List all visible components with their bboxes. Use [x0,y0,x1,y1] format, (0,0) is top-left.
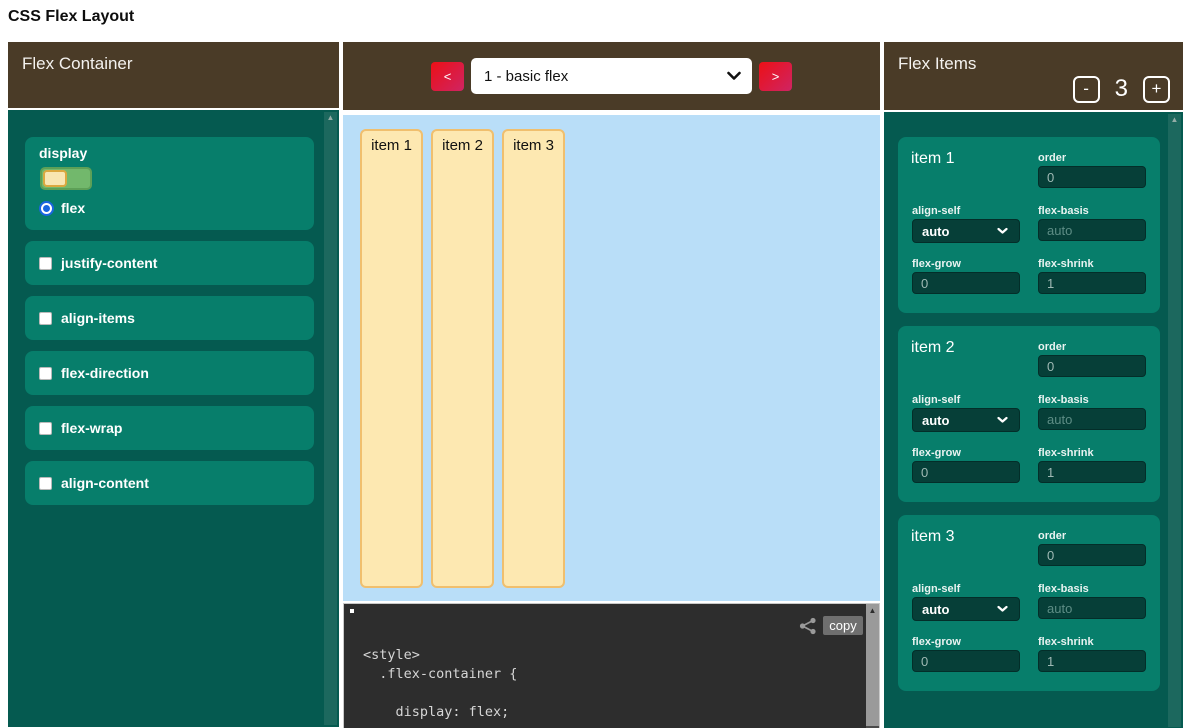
code-output-block: copy <style> .flex-container { display: … [343,603,880,728]
share-icon[interactable] [799,617,817,635]
add-item-button[interactable]: + [1143,76,1170,103]
flex-items-header: Flex Items - 3 + [884,42,1183,110]
align-content-checkbox[interactable] [39,477,52,490]
flex-direction-checkbox[interactable] [39,367,52,380]
justify-content-label: justify-content [61,255,157,271]
order-input[interactable] [1038,355,1146,377]
flex-shrink-label: flex-shrink [1038,447,1094,459]
item-2-title: item 2 [911,339,955,357]
code-scrollbar-thumb[interactable]: ▲ [866,604,879,726]
option-align-content[interactable]: align-content [25,461,314,505]
flex-grow-input[interactable] [912,650,1020,672]
item-3-title: item 3 [911,528,955,546]
scroll-up-icon[interactable]: ▲ [869,606,877,615]
item-count-control: - 3 + [1073,75,1170,103]
example-select-value: 1 - basic flex [484,68,568,85]
flex-shrink-input[interactable] [1038,461,1146,483]
page-title: CSS Flex Layout [8,8,134,26]
order-input[interactable] [1038,166,1146,188]
flex-basis-label: flex-basis [1038,205,1089,217]
preview-flex-item-1: item 1 [360,129,423,588]
code-text: <style> .flex-container { display: flex; [363,646,517,722]
flex-items-body: item 1 order align-self auto flex-basis … [884,112,1183,728]
flex-wrap-checkbox[interactable] [39,422,52,435]
flex-grow-label: flex-grow [912,636,961,648]
toggle-knob-icon [43,170,67,187]
order-label: order [1038,152,1066,164]
option-align-items[interactable]: align-items [25,296,314,340]
display-flex-radio-row[interactable]: flex [39,200,85,216]
flex-items-panel: Flex Items - 3 + item 1 order align-self… [884,42,1183,728]
code-scrollbar[interactable]: ▲ [866,604,879,728]
left-panel-scrollbar[interactable]: ▲ [324,112,337,725]
option-justify-content[interactable]: justify-content [25,241,314,285]
flex-basis-label: flex-basis [1038,394,1089,406]
item-3-card: item 3 order align-self auto flex-basis … [898,515,1160,691]
example-nav-header: < 1 - basic flex > [343,42,880,110]
item-count: 3 [1115,75,1128,103]
align-self-select[interactable]: auto [912,597,1020,621]
flex-radio-label: flex [61,200,85,216]
right-panel-scrollbar[interactable]: ▲ [1168,114,1181,727]
flex-grow-label: flex-grow [912,447,961,459]
justify-content-checkbox[interactable] [39,257,52,270]
chevron-down-icon [997,606,1008,613]
flex-grow-label: flex-grow [912,258,961,270]
flex-grow-input[interactable] [912,272,1020,294]
flex-basis-label: flex-basis [1038,583,1089,595]
align-self-select[interactable]: auto [912,408,1020,432]
flex-wrap-label: flex-wrap [61,420,122,436]
code-bullet-icon [350,609,354,613]
flex-basis-input[interactable] [1038,219,1146,241]
flex-grow-input[interactable] [912,461,1020,483]
preview-column: < 1 - basic flex > item 1 item 2 item 3 … [343,42,880,728]
flex-shrink-input[interactable] [1038,272,1146,294]
item-1-card: item 1 order align-self auto flex-basis … [898,137,1160,313]
flex-shrink-label: flex-shrink [1038,636,1094,648]
align-items-checkbox[interactable] [39,312,52,325]
align-self-select[interactable]: auto [912,219,1020,243]
option-flex-wrap[interactable]: flex-wrap [25,406,314,450]
display-label: display [39,145,87,161]
order-label: order [1038,530,1066,542]
order-input[interactable] [1038,544,1146,566]
flex-radio-icon[interactable] [39,201,54,216]
item-1-title: item 1 [911,150,955,168]
option-flex-direction[interactable]: flex-direction [25,351,314,395]
flex-container-header: Flex Container [8,42,339,108]
scroll-up-icon[interactable]: ▲ [1168,114,1181,126]
item-2-card: item 2 order align-self auto flex-basis … [898,326,1160,502]
chevron-down-icon [997,417,1008,424]
flex-container-panel: Flex Container display flex justify-cont… [8,42,339,727]
flex-container-body: display flex justify-content align-items… [8,110,339,727]
display-toggle[interactable] [40,167,92,190]
flex-shrink-label: flex-shrink [1038,258,1094,270]
example-select[interactable]: 1 - basic flex [471,58,752,94]
scroll-up-icon[interactable]: ▲ [324,112,337,124]
display-option-card: display flex [25,137,314,230]
copy-button[interactable]: copy [823,616,863,635]
prev-example-button[interactable]: < [431,62,464,91]
flex-basis-input[interactable] [1038,408,1146,430]
flex-shrink-input[interactable] [1038,650,1146,672]
flex-container-title: Flex Container [22,54,133,74]
align-items-label: align-items [61,310,135,326]
flex-direction-label: flex-direction [61,365,149,381]
chevron-down-icon [997,228,1008,235]
chevron-down-icon [727,72,741,81]
preview-flex-item-3: item 3 [502,129,565,588]
preview-flex-item-2: item 2 [431,129,494,588]
align-self-label: align-self [912,205,960,217]
flex-items-title: Flex Items [898,54,976,74]
align-self-label: align-self [912,583,960,595]
next-example-button[interactable]: > [759,62,792,91]
order-label: order [1038,341,1066,353]
flex-basis-input[interactable] [1038,597,1146,619]
align-self-label: align-self [912,394,960,406]
align-content-label: align-content [61,475,149,491]
remove-item-button[interactable]: - [1073,76,1100,103]
flex-preview-container: item 1 item 2 item 3 [343,115,880,601]
